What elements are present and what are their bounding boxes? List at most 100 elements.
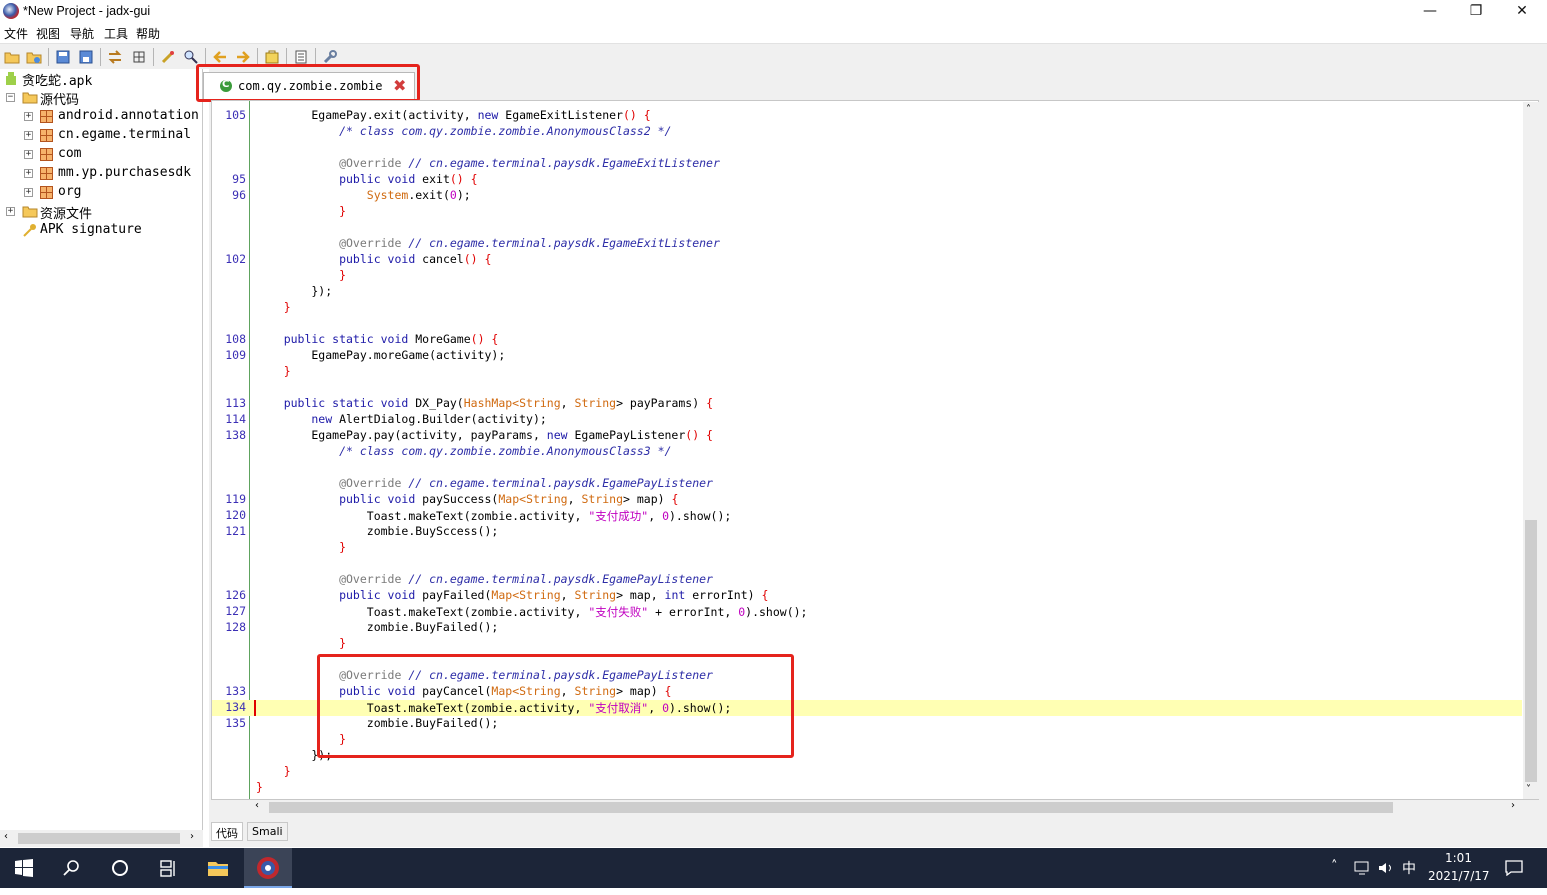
code-line[interactable]: 138 EgamePay.pay(activity, payParams, ne… bbox=[212, 428, 1522, 444]
tree-horizontal-scrollbar[interactable]: ‹ › bbox=[0, 830, 203, 847]
file-explorer-icon[interactable] bbox=[194, 848, 242, 888]
line-number: 126 bbox=[225, 588, 246, 602]
code-line[interactable]: } bbox=[212, 636, 1522, 652]
scroll-right-icon[interactable]: › bbox=[1511, 800, 1515, 811]
scroll-down-icon[interactable]: ˅ bbox=[1526, 784, 1531, 795]
code-line[interactable]: 121 zombie.BuySccess(); bbox=[212, 524, 1522, 540]
clock-time[interactable]: 1:01 bbox=[1445, 851, 1472, 865]
clock-date[interactable]: 2021/7/17 bbox=[1428, 869, 1490, 883]
code-line[interactable]: 119 public void paySuccess(Map<String, S… bbox=[212, 492, 1522, 508]
preferences-wrench-icon[interactable] bbox=[322, 49, 338, 65]
windows-start-icon[interactable] bbox=[0, 848, 48, 888]
code-line[interactable]: } bbox=[212, 540, 1522, 556]
code-line[interactable]: /* class com.qy.zombie.zombie.AnonymousC… bbox=[212, 124, 1522, 140]
code-token: @Override bbox=[256, 156, 402, 170]
log-viewer-icon[interactable] bbox=[293, 49, 309, 65]
menu-file[interactable]: 文件 bbox=[4, 25, 28, 42]
menu-tools[interactable]: 工具 bbox=[104, 25, 128, 42]
expand-icon[interactable]: + bbox=[6, 207, 15, 216]
export-icon[interactable] bbox=[78, 49, 94, 65]
restore-button[interactable]: ❐ bbox=[1453, 0, 1499, 24]
line-number: 135 bbox=[225, 716, 246, 730]
tray-chevron-up-icon[interactable]: ˄ bbox=[1331, 859, 1338, 874]
code-line[interactable]: 127 Toast.makeText(zombie.activity, "支付失… bbox=[212, 604, 1522, 620]
sync-tree-icon[interactable] bbox=[107, 49, 123, 65]
expand-icon[interactable]: + bbox=[24, 112, 33, 121]
code-line[interactable] bbox=[212, 380, 1522, 396]
code-line[interactable]: 95 public void exit() { bbox=[212, 172, 1522, 188]
collapse-icon[interactable]: − bbox=[6, 93, 15, 102]
network-icon[interactable] bbox=[1354, 861, 1372, 875]
tree-item-label: mm.yp.purchasesdk bbox=[58, 165, 192, 180]
expand-icon[interactable]: + bbox=[24, 131, 33, 140]
code-line[interactable]: 102 public void cancel() { bbox=[212, 252, 1522, 268]
code-token: errorInt) bbox=[685, 588, 762, 602]
code-text: }); bbox=[256, 284, 332, 298]
scrollbar-thumb[interactable] bbox=[269, 802, 1393, 813]
cortana-icon[interactable] bbox=[96, 848, 144, 888]
tab-smali[interactable]: Smali bbox=[247, 822, 288, 841]
code-line[interactable] bbox=[212, 556, 1522, 572]
code-line[interactable]: 120 Toast.makeText(zombie.activity, "支付成… bbox=[212, 508, 1522, 524]
scroll-left-icon[interactable]: ‹ bbox=[255, 800, 259, 811]
class-search-icon[interactable] bbox=[183, 49, 199, 65]
expand-icon[interactable]: + bbox=[24, 150, 33, 159]
expand-icon[interactable]: + bbox=[24, 188, 33, 197]
code-text: Toast.makeText(zombie.activity, "支付失败" +… bbox=[256, 604, 808, 620]
code-vertical-scrollbar[interactable]: ˄ ˅ bbox=[1523, 102, 1539, 799]
code-line[interactable]: 113 public static void DX_Pay(HashMap<St… bbox=[212, 396, 1522, 412]
code-line[interactable]: }); bbox=[212, 284, 1522, 300]
scrollbar-thumb[interactable] bbox=[18, 833, 180, 844]
menu-view[interactable]: 视图 bbox=[36, 25, 60, 42]
code-line[interactable]: 109 EgamePay.moreGame(activity); bbox=[212, 348, 1522, 364]
ime-indicator[interactable]: 中 bbox=[1402, 858, 1416, 878]
save-all-icon[interactable] bbox=[55, 49, 71, 65]
code-line[interactable] bbox=[212, 316, 1522, 332]
code-line[interactable]: @Override // cn.egame.terminal.paysdk.Eg… bbox=[212, 236, 1522, 252]
add-files-icon[interactable] bbox=[26, 49, 42, 65]
code-line[interactable] bbox=[212, 140, 1522, 156]
code-line[interactable]: } bbox=[212, 300, 1522, 316]
volume-icon[interactable] bbox=[1378, 861, 1394, 875]
notification-icon[interactable] bbox=[1505, 860, 1523, 876]
scrollbar-thumb[interactable] bbox=[1525, 520, 1537, 782]
code-line[interactable]: @Override // cn.egame.terminal.paysdk.Eg… bbox=[212, 572, 1522, 588]
scroll-left-icon[interactable]: ‹ bbox=[4, 831, 8, 842]
expand-icon[interactable]: + bbox=[24, 169, 33, 178]
scroll-up-icon[interactable]: ˄ bbox=[1526, 104, 1531, 115]
code-line[interactable]: } bbox=[212, 764, 1522, 780]
menu-help[interactable]: 帮助 bbox=[136, 25, 160, 42]
code-line[interactable]: @Override // cn.egame.terminal.paysdk.Eg… bbox=[212, 156, 1522, 172]
deobfuscation-icon[interactable] bbox=[264, 49, 280, 65]
code-line[interactable]: 114 new AlertDialog.Builder(activity); bbox=[212, 412, 1522, 428]
code-line[interactable]: @Override // cn.egame.terminal.paysdk.Eg… bbox=[212, 476, 1522, 492]
jadx-taskbar-icon[interactable] bbox=[244, 848, 292, 888]
code-line[interactable]: 128 zombie.BuyFailed(); bbox=[212, 620, 1522, 636]
code-line[interactable] bbox=[212, 460, 1522, 476]
text-search-icon[interactable] bbox=[160, 49, 176, 65]
scroll-right-icon[interactable]: › bbox=[190, 831, 194, 842]
code-line[interactable]: 96 System.exit(0); bbox=[212, 188, 1522, 204]
code-line[interactable]: } bbox=[212, 780, 1522, 796]
code-line[interactable] bbox=[212, 220, 1522, 236]
code-text: @Override // cn.egame.terminal.paysdk.Eg… bbox=[256, 476, 713, 490]
flatten-packages-icon[interactable] bbox=[131, 49, 147, 65]
code-line[interactable]: /* class com.qy.zombie.zombie.AnonymousC… bbox=[212, 444, 1522, 460]
close-window-button[interactable]: ✕ bbox=[1499, 0, 1545, 24]
tree-item-label: cn.egame.terminal bbox=[58, 127, 192, 142]
task-view-icon[interactable] bbox=[144, 848, 192, 888]
open-folder-icon[interactable] bbox=[4, 49, 20, 65]
minimize-button[interactable]: — bbox=[1407, 0, 1453, 24]
code-line[interactable]: 108 public static void MoreGame() { bbox=[212, 332, 1522, 348]
menu-navigate[interactable]: 导航 bbox=[70, 25, 94, 42]
forward-arrow-icon[interactable] bbox=[235, 49, 251, 65]
code-line[interactable]: 126 public void payFailed(Map<String, St… bbox=[212, 588, 1522, 604]
code-line[interactable]: } bbox=[212, 204, 1522, 220]
code-horizontal-scrollbar[interactable]: ‹ › bbox=[253, 800, 1523, 815]
tab-code[interactable]: 代码 bbox=[211, 822, 243, 841]
code-line[interactable]: } bbox=[212, 364, 1522, 380]
search-icon[interactable] bbox=[48, 848, 96, 888]
back-arrow-icon[interactable] bbox=[212, 49, 228, 65]
code-line[interactable]: 105 EgamePay.exit(activity, new EgameExi… bbox=[212, 108, 1522, 124]
code-line[interactable]: } bbox=[212, 268, 1522, 284]
